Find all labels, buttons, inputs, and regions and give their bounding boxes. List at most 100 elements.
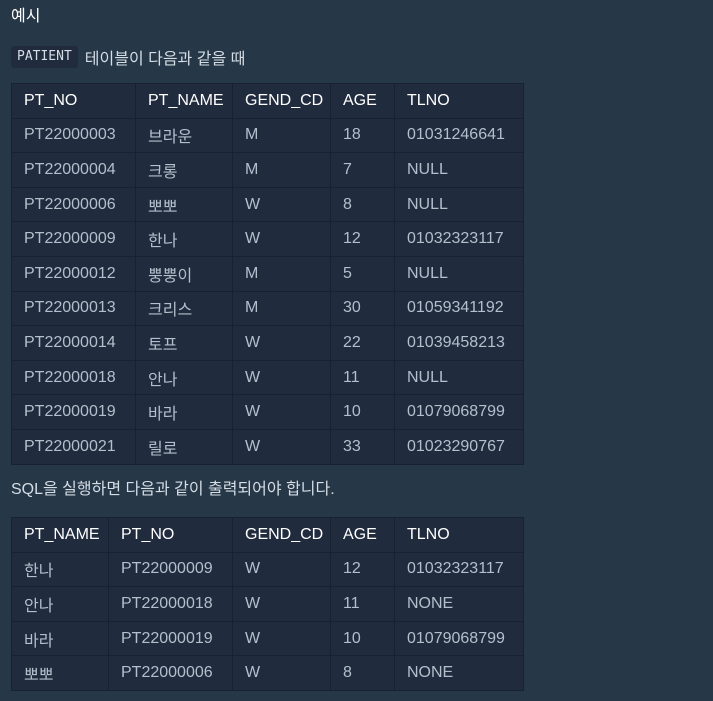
table-cell: 01032323117 — [394, 221, 524, 257]
table-cell: 01023290767 — [394, 428, 524, 465]
table-cell: 22 — [330, 325, 395, 361]
table-cell: 30 — [330, 290, 395, 327]
patient-table: PT_NO PT_NAME GEND_CD AGE TLNO PT2200000… — [11, 83, 524, 465]
table-cell: 크롱 — [135, 152, 233, 188]
table-cell: PT22000018 — [108, 586, 233, 622]
table-cell: 8 — [330, 186, 395, 223]
table-row: PT22000003 브라운 M 18 01031246641 — [11, 117, 524, 154]
table-cell: 01079068799 — [394, 620, 524, 657]
table-cell: W — [232, 551, 331, 588]
table-cell: M — [232, 290, 331, 327]
table-cell: PT22000019 — [11, 394, 136, 430]
result-description: SQL을 실행하면 다음과 같이 출력되어야 합니다. — [11, 481, 335, 498]
table-cell: W — [232, 655, 331, 691]
intro-text: 테이블이 다음과 같을 때 — [84, 51, 246, 68]
table-cell: PT22000006 — [108, 655, 233, 691]
table-cell: 12 — [330, 551, 395, 588]
table-cell: W — [232, 325, 331, 361]
column-header: TLNO — [394, 83, 524, 119]
table-row: PT22000018 안나 W 11 NULL — [11, 359, 524, 396]
table-cell: PT22000004 — [11, 152, 136, 188]
table-cell: 한나 — [11, 551, 109, 588]
table-cell: 01039458213 — [394, 325, 524, 361]
table-cell: 10 — [330, 394, 395, 430]
table-cell: NULL — [394, 152, 524, 188]
table-cell: 뽀뽀 — [135, 186, 233, 223]
table-cell: W — [232, 186, 331, 223]
table-cell: W — [232, 359, 331, 396]
table-row: 바라 PT22000019 W 10 01079068799 — [11, 620, 524, 657]
table-cell: 안나 — [135, 359, 233, 396]
result-table: PT_NAME PT_NO GEND_CD AGE TLNO 한나 PT2200… — [11, 517, 524, 691]
table-cell: 뿡뿡이 — [135, 255, 233, 292]
table-cell: NULL — [394, 359, 524, 396]
table-row: PT22000021 릴로 W 33 01023290767 — [11, 428, 524, 465]
table-cell: NONE — [394, 655, 524, 691]
table-cell: 01032323117 — [394, 551, 524, 588]
table-cell: PT22000013 — [11, 290, 136, 327]
table-cell: 토프 — [135, 325, 233, 361]
table-row: PT22000009 한나 W 12 01032323117 — [11, 221, 524, 257]
table-cell: NULL — [394, 186, 524, 223]
table-cell: 뽀뽀 — [11, 655, 109, 691]
table-row: 안나 PT22000018 W 11 NONE — [11, 586, 524, 622]
table-row: PT22000013 크리스 M 30 01059341192 — [11, 290, 524, 327]
table-row: PT22000014 토프 W 22 01039458213 — [11, 325, 524, 361]
table-cell: PT22000018 — [11, 359, 136, 396]
table-cell: 7 — [330, 152, 395, 188]
table-cell: NONE — [394, 586, 524, 622]
column-header: GEND_CD — [232, 517, 331, 553]
table-cell: W — [232, 394, 331, 430]
table-cell: 01079068799 — [394, 394, 524, 430]
table-cell: W — [232, 586, 331, 622]
table-cell: 안나 — [11, 586, 109, 622]
table-cell: PT22000009 — [11, 221, 136, 257]
table-cell: W — [232, 221, 331, 257]
column-header: AGE — [330, 83, 395, 119]
table-cell: 바라 — [11, 620, 109, 657]
table-cell: M — [232, 152, 331, 188]
table-cell: 18 — [330, 117, 395, 154]
table-cell: 5 — [330, 255, 395, 292]
column-header: PT_NAME — [11, 517, 109, 553]
table-cell: W — [232, 428, 331, 465]
column-header: TLNO — [394, 517, 524, 553]
table-cell: PT22000003 — [11, 117, 136, 154]
table-row: 한나 PT22000009 W 12 01032323117 — [11, 551, 524, 588]
table-cell: 01059341192 — [394, 290, 524, 327]
column-header: PT_NAME — [135, 83, 233, 119]
table-row: PT22000019 바라 W 10 01079068799 — [11, 394, 524, 430]
table-cell: 11 — [330, 359, 395, 396]
column-header: GEND_CD — [232, 83, 331, 119]
table-cell: 브라운 — [135, 117, 233, 154]
table-cell: 릴로 — [135, 428, 233, 465]
table-cell: 바라 — [135, 394, 233, 430]
table-cell: PT22000014 — [11, 325, 136, 361]
table-row: PT22000012 뿡뿡이 M 5 NULL — [11, 255, 524, 292]
table-cell: PT22000009 — [108, 551, 233, 588]
table-header-row: PT_NAME PT_NO GEND_CD AGE TLNO — [11, 517, 524, 553]
table-cell: NULL — [394, 255, 524, 292]
column-header: AGE — [330, 517, 395, 553]
table-cell: M — [232, 255, 331, 292]
table-cell: PT22000021 — [11, 428, 136, 465]
table-cell: 33 — [330, 428, 395, 465]
intro-line: PATIENT 테이블이 다음과 같을 때 — [11, 45, 245, 69]
column-header: PT_NO — [11, 83, 136, 119]
table-cell: 8 — [330, 655, 395, 691]
table-cell: 10 — [330, 620, 395, 657]
section-title: 예시 — [11, 8, 41, 25]
table-cell: 12 — [330, 221, 395, 257]
table-cell: PT22000019 — [108, 620, 233, 657]
table-cell: W — [232, 620, 331, 657]
table-cell: 11 — [330, 586, 395, 622]
table-cell: M — [232, 117, 331, 154]
table-cell: PT22000006 — [11, 186, 136, 223]
table-header-row: PT_NO PT_NAME GEND_CD AGE TLNO — [11, 83, 524, 119]
table-row: 뽀뽀 PT22000006 W 8 NONE — [11, 655, 524, 691]
table-row: PT22000006 뽀뽀 W 8 NULL — [11, 186, 524, 223]
column-header: PT_NO — [108, 517, 233, 553]
table-cell: 크리스 — [135, 290, 233, 327]
table-cell: PT22000012 — [11, 255, 136, 292]
table-cell: 01031246641 — [394, 117, 524, 154]
